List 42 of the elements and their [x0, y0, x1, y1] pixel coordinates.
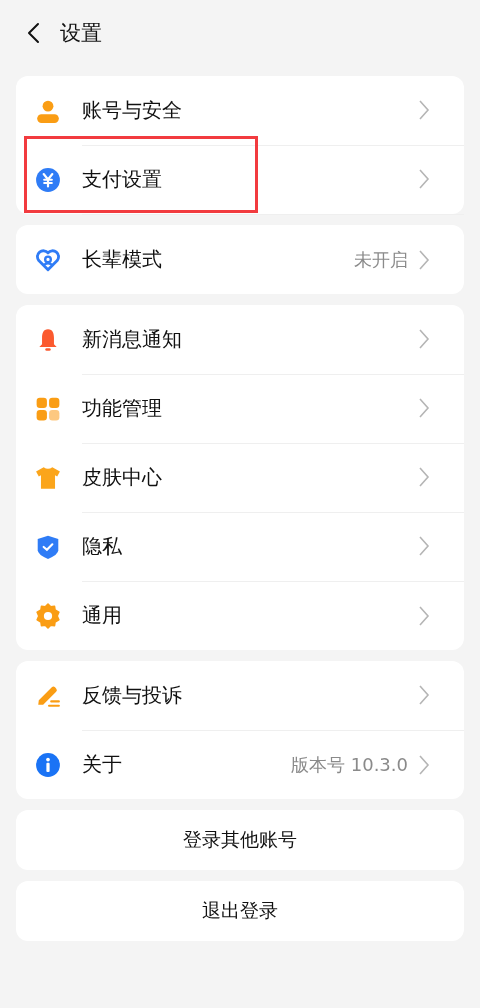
- settings-item[interactable]: 皮肤中心: [16, 443, 464, 512]
- item-label: 账号与安全: [82, 96, 183, 124]
- yen-icon: [35, 166, 61, 193]
- item-value: 版本号 10.3.0: [291, 752, 408, 777]
- chevron-icon: [418, 753, 430, 776]
- account-button[interactable]: 登录其他账号: [16, 810, 464, 870]
- settings-item[interactable]: 隐私: [16, 512, 464, 581]
- chevron-icon: [418, 466, 430, 488]
- chevron-icon: [418, 168, 430, 190]
- shield-icon: [35, 533, 61, 560]
- chevron-icon: [418, 397, 430, 419]
- chevron-icon: [418, 684, 430, 706]
- chevron-icon: [418, 99, 430, 121]
- settings-item[interactable]: 通用: [16, 581, 464, 650]
- settings-item[interactable]: 长辈模式 未开启: [16, 225, 464, 294]
- settings-item[interactable]: 反馈与投诉: [16, 661, 464, 730]
- settings-item[interactable]: 支付设置: [16, 145, 464, 214]
- item-label: 功能管理: [82, 394, 163, 422]
- item-label: 皮肤中心: [82, 463, 163, 491]
- shirt-icon: [35, 464, 61, 491]
- settings-item[interactable]: 新消息通知: [16, 305, 464, 374]
- settings-item[interactable]: 关于 版本号 10.3.0: [16, 730, 464, 799]
- gear-icon: [35, 602, 61, 629]
- item-label: 支付设置: [82, 165, 163, 193]
- item-value: 未开启: [354, 247, 408, 272]
- info-icon: [35, 751, 61, 778]
- item-label: 长辈模式: [82, 246, 163, 273]
- item-label: 新消息通知: [82, 325, 183, 353]
- settings-item[interactable]: 功能管理: [16, 374, 464, 443]
- chevron-icon: [418, 248, 430, 271]
- grid-icon: [35, 395, 61, 422]
- chevron-icon: [418, 328, 430, 350]
- heart-icon: [35, 246, 61, 273]
- item-label: 隐私: [82, 532, 123, 560]
- page-title: 设置: [60, 20, 102, 47]
- item-label: 通用: [82, 602, 123, 629]
- account-button[interactable]: 退出登录: [16, 881, 464, 941]
- item-label: 关于: [82, 751, 123, 778]
- item-label: 反馈与投诉: [82, 681, 183, 709]
- chevron-icon: [418, 535, 430, 557]
- chevron-icon: [418, 604, 430, 627]
- settings-item[interactable]: 账号与安全: [16, 76, 464, 145]
